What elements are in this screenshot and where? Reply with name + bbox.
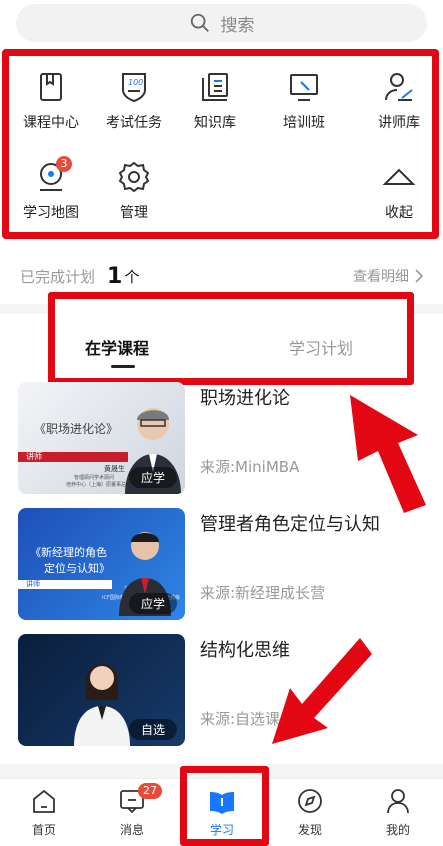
chevron-up-icon [382, 168, 416, 185]
menu-label: 培训班 [283, 115, 325, 131]
course-thumbnail: 《职场进化论》 讲师 黄晟生 管理顾问学术顾问 培养中心（上海）原董事总经理 应… [18, 382, 185, 494]
course-tag: 应学 [128, 467, 177, 488]
course-thumbnail: 自选 [18, 634, 185, 746]
nav-messages[interactable]: 27 消息 [102, 783, 162, 838]
nav-discover[interactable]: 发现 [280, 787, 340, 838]
book-icon [40, 73, 62, 101]
menu-label: 学习地图 [23, 205, 79, 221]
view-detail-link[interactable]: 查看明细 [353, 266, 423, 286]
learning-map-badge: 3 [56, 156, 72, 172]
nav-home[interactable]: 首页 [14, 787, 74, 838]
tab-learning-courses[interactable]: 在学课程 [85, 335, 149, 359]
compass-icon [298, 789, 322, 813]
message-badge: 27 [138, 783, 162, 799]
menu-label: 考试任务 [106, 115, 162, 131]
completed-plan-unit: 个 [124, 267, 140, 286]
tab-learning-plan[interactable]: 学习计划 [289, 335, 353, 359]
menu-learning-map[interactable]: 3 学习地图 [11, 156, 91, 222]
menu-knowledge-base[interactable]: 知识库 [175, 70, 255, 132]
knowledge-icon [202, 73, 228, 101]
menu-lecturer-library[interactable]: 讲师库 [359, 70, 439, 132]
search-placeholder: 搜索 [220, 15, 255, 36]
menu-management[interactable]: 管理 [94, 160, 174, 222]
menu-label: 知识库 [194, 115, 236, 131]
course-source: 来源:自选课 [200, 710, 281, 728]
thumb-title: 定位与认知》 [44, 562, 110, 575]
menu-training-class[interactable]: 培训班 [264, 70, 344, 132]
menu-course-center[interactable]: 课程中心 [11, 70, 91, 132]
course-title: 职场进化论 [200, 388, 290, 409]
study-tab-highlight [180, 766, 269, 846]
nav-label: 首页 [31, 823, 56, 837]
thumb-role: 讲师 [26, 452, 42, 461]
course-tag: 应学 [128, 593, 177, 614]
thumb-role: 讲师 [26, 580, 40, 588]
course-thumbnail: 《新经理的角色 定位与认知》 讲师 沙卫华 ICF国际教练联盟认证ACC专业教练… [18, 508, 185, 620]
nav-label: 我的 [385, 823, 410, 837]
thumb-title: 《职场进化论》 [34, 422, 119, 436]
lecturer-icon [385, 73, 413, 101]
menu-label: 课程中心 [23, 115, 79, 131]
menu-label: 讲师库 [378, 115, 420, 131]
thumb-title: 《新经理的角色 [30, 546, 107, 559]
menu-collapse[interactable]: 收起 [359, 160, 439, 222]
course-card[interactable]: 《职场进化论》 讲师 黄晟生 管理顾问学术顾问 培养中心（上海）原董事总经理 应… [18, 382, 438, 494]
menu-exam-task[interactable]: 100 考试任务 [94, 70, 174, 132]
course-card[interactable]: 《新经理的角色 定位与认知》 讲师 沙卫华 ICF国际教练联盟认证ACC专业教练… [18, 508, 438, 620]
nav-profile[interactable]: 我的 [368, 787, 428, 838]
lecturer-photo [74, 664, 130, 746]
user-icon [387, 789, 409, 814]
course-title: 结构化思维 [200, 640, 290, 661]
exam-shield-icon: 100 [122, 73, 146, 103]
monitor-icon [290, 74, 318, 101]
search-icon [190, 13, 209, 32]
course-tabs-highlight: 在学课程 学习计划 [48, 292, 414, 385]
home-icon [33, 789, 55, 813]
completed-plan-count: 1 [107, 263, 123, 289]
nav-label: 发现 [297, 823, 322, 837]
course-source: 来源:MiniMBA [200, 458, 300, 476]
nav-label: 消息 [119, 823, 144, 837]
course-title: 管理者角色定位与认知 [200, 514, 380, 535]
menu-label: 管理 [120, 205, 148, 221]
thumb-desc: 管理顾问学术顾问 [74, 475, 115, 481]
course-tag: 自选 [128, 719, 177, 740]
search-bar[interactable]: 搜索 [16, 4, 427, 42]
active-tab-indicator [111, 365, 135, 368]
svg-text:100: 100 [128, 78, 143, 87]
view-detail-label: 查看明细 [353, 269, 409, 285]
function-menu-highlight: 课程中心 100 考试任务 知识库 培训班 讲师库 3 学习地图 管理 收起 [2, 49, 439, 239]
search-header: 搜索 [0, 0, 443, 46]
chevron-right-icon [415, 269, 423, 283]
completed-plan-label: 已完成计划 [20, 267, 96, 286]
gear-icon [118, 161, 150, 193]
course-card[interactable]: 自选 结构化思维 来源:自选课 [18, 634, 438, 746]
course-source: 来源:新经理成长营 [200, 584, 326, 602]
menu-label: 收起 [385, 205, 413, 221]
